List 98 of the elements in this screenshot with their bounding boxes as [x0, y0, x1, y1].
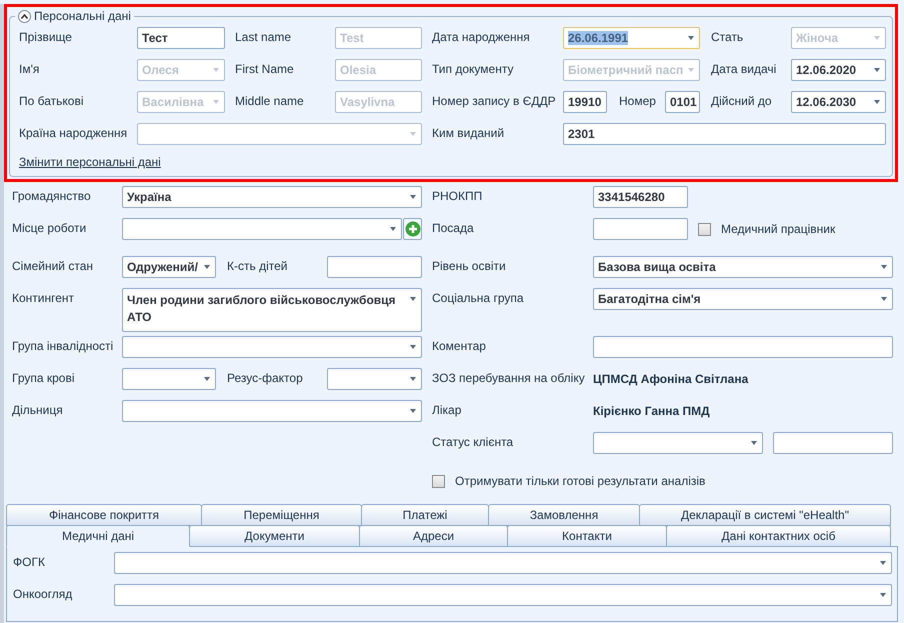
field-label: ФОГК: [13, 554, 46, 570]
tab[interactable]: Фінансове покриття: [6, 504, 202, 526]
dropdown-field[interactable]: Україна: [122, 186, 422, 208]
dropdown-arrow-icon[interactable]: [204, 377, 210, 381]
input-field[interactable]: 0101: [665, 91, 700, 113]
field-label: Посада: [432, 220, 475, 236]
input-field[interactable]: Тест: [137, 27, 225, 49]
field-label: Номер: [619, 93, 657, 109]
dropdown-field[interactable]: [122, 336, 422, 358]
dropdown-arrow-icon[interactable]: [204, 265, 210, 269]
field-label: Ім'я: [19, 61, 40, 77]
dropdown-field[interactable]: Базова вища освіта: [593, 256, 893, 278]
field-label: Дата видачі: [711, 61, 778, 77]
field-label: РНОКПП: [432, 188, 484, 204]
dropdown-arrow-icon[interactable]: [410, 409, 416, 413]
dropdown-field[interactable]: Багатодітна сім'я: [593, 288, 893, 310]
field-label: Лікар: [432, 402, 462, 418]
checkbox[interactable]: Медичний працівник: [698, 218, 893, 236]
dropdown-arrow-icon[interactable]: [874, 68, 880, 72]
checkbox[interactable]: Отримувати тільки готові результати аналізів: [432, 470, 893, 488]
checkbox-label: Отримувати тільки готові результати аналізів: [455, 474, 706, 488]
field-label: Last name: [235, 29, 292, 45]
dropdown-field[interactable]: [114, 552, 892, 574]
dropdown-field[interactable]: [122, 400, 422, 422]
field-value: Кірієнко Ганна ПМД: [593, 403, 711, 419]
field-label: Резус-фактор: [227, 370, 304, 386]
field-label: Middle name: [235, 93, 305, 109]
field-value: ЦПМСД Афоніна Світлана: [593, 371, 750, 387]
dropdown-arrow-icon[interactable]: [688, 36, 694, 40]
field-label: Прізвище: [19, 29, 73, 45]
tab[interactable]: Переміщення: [201, 504, 362, 526]
dropdown-field[interactable]: [122, 218, 402, 240]
dropdown-arrow-icon[interactable]: [751, 441, 757, 445]
tab[interactable]: Платежі: [361, 504, 489, 526]
group-title: Персональні дані: [34, 9, 131, 23]
dropdown-arrow-icon[interactable]: [880, 561, 886, 565]
input-field[interactable]: [593, 218, 688, 240]
plus-icon: [404, 221, 420, 237]
field-label: Дійсний до: [711, 93, 773, 109]
field-label: Соціальна група: [432, 290, 525, 306]
dropdown-arrow-icon[interactable]: [410, 345, 416, 349]
tab[interactable]: Декларації в системі "eHealth": [639, 504, 891, 526]
input-field[interactable]: 19910: [563, 91, 607, 113]
chevron-icon: [21, 14, 28, 18]
tab[interactable]: Замовлення: [488, 504, 640, 526]
field-label: Коментар: [432, 338, 487, 354]
field-label: Сімейний стан: [12, 258, 94, 274]
field-label: Стать: [711, 29, 744, 45]
input-field[interactable]: [593, 336, 893, 358]
dropdown-arrow-icon[interactable]: [410, 195, 416, 199]
field-label: Рівень освіти: [432, 258, 507, 274]
add-button[interactable]: [403, 218, 422, 240]
dropdown-field[interactable]: 12.06.2020: [791, 59, 886, 81]
dropdown-arrow-icon[interactable]: [881, 265, 887, 269]
tab[interactable]: Адреси: [359, 525, 508, 547]
collapse-button[interactable]: [18, 10, 31, 22]
dropdown-arrow-icon[interactable]: [874, 100, 880, 104]
field-label: Дата народження: [432, 29, 531, 45]
dropdown-arrow-icon[interactable]: [410, 377, 416, 381]
field-label: Група інвалідності: [12, 338, 114, 354]
change-data-link[interactable]: Змінити персональні дані: [19, 155, 161, 169]
field-label: Дільниця: [12, 402, 64, 418]
input-field[interactable]: 2301: [563, 123, 886, 145]
field-label: Тип документу: [432, 61, 514, 77]
tab[interactable]: Документи: [189, 525, 360, 547]
field-label: Місце роботи: [12, 220, 88, 236]
dropdown-field[interactable]: [327, 368, 422, 390]
tab[interactable]: Контакти: [507, 525, 667, 547]
field-label: Номер запису в ЄДДР: [432, 93, 557, 109]
field-label: Онкоогляд: [13, 586, 74, 602]
dropdown-arrow-icon[interactable]: [390, 227, 396, 231]
field-label: По батькові: [19, 93, 84, 109]
checkbox-box[interactable]: [698, 222, 711, 236]
field-label: К-сть дітей: [227, 258, 288, 274]
dropdown-field[interactable]: [114, 584, 892, 606]
field-label: First Name: [235, 61, 295, 77]
field-label: ЗОЗ перебування на обліку: [432, 370, 586, 386]
field-label: Країна народження: [19, 125, 128, 141]
field-label: Контингент: [12, 290, 76, 306]
input-field[interactable]: [327, 256, 422, 278]
dropdown-field[interactable]: 12.06.2030: [791, 91, 886, 113]
field-label: Ким виданий: [432, 125, 506, 141]
field-label: Статус клієнта: [432, 434, 514, 450]
dropdown-arrow-icon[interactable]: [880, 593, 886, 597]
tab[interactable]: Медичні дані: [6, 525, 190, 547]
dropdown-field[interactable]: [122, 368, 216, 390]
field-label: Група крові: [12, 370, 76, 386]
field-label: Громадянство: [12, 188, 92, 204]
dropdown-arrow-icon[interactable]: [410, 297, 416, 301]
dropdown-field[interactable]: [593, 432, 763, 454]
dropdown-arrow-icon[interactable]: [881, 297, 887, 301]
tab[interactable]: Дані контактних осіб: [666, 525, 891, 547]
input-field[interactable]: [773, 432, 893, 454]
dropdown-field[interactable]: Одружений/: [122, 256, 216, 278]
dropdown-field[interactable]: Член родини загиблого військовослужбовця АТО: [122, 288, 422, 332]
checkbox-box[interactable]: [432, 474, 445, 488]
checkbox-label: Медичний працівник: [721, 222, 836, 236]
input-field[interactable]: 3341546280: [593, 186, 688, 208]
